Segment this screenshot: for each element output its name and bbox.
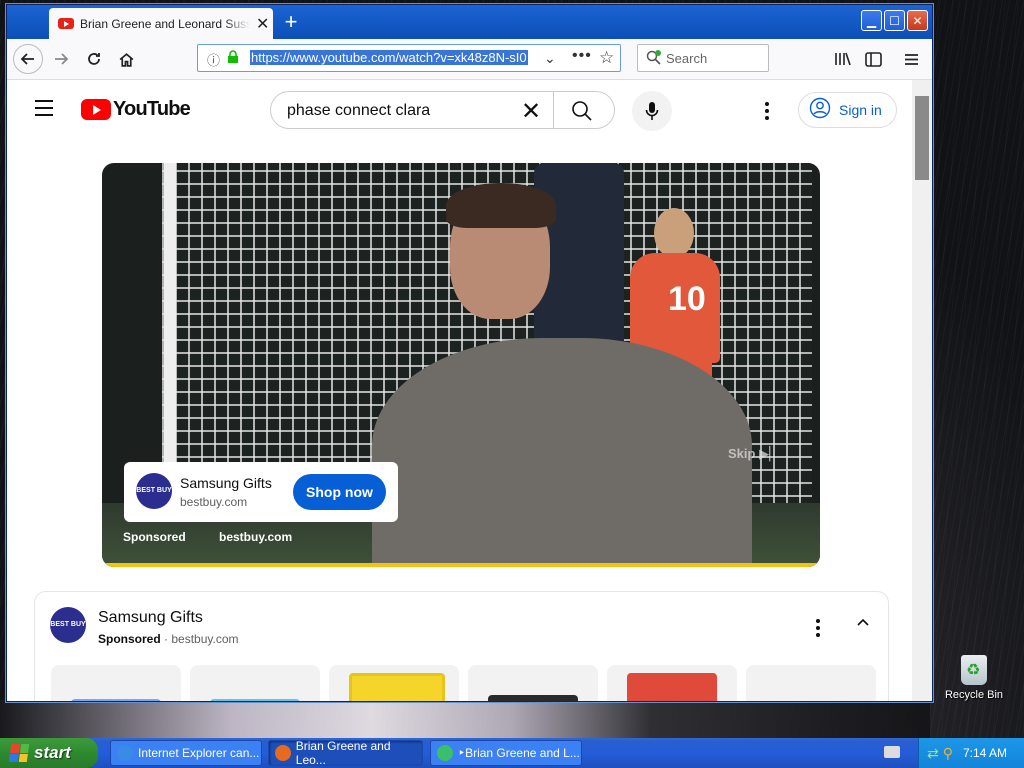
bookmark-star-icon[interactable]: ☆ <box>599 48 614 68</box>
ad-domain: bestbuy.com <box>180 495 248 509</box>
ad-sponsored-label: Sponsored <box>123 530 186 544</box>
search-icon[interactable] <box>571 100 593 127</box>
video-player[interactable]: 10 Skip ▶▏ BEST BUY Samsung Gifts bestbu… <box>102 163 820 567</box>
media-icon <box>437 745 453 761</box>
panel-domain: bestbuy.com <box>171 632 239 646</box>
youtube-search-input[interactable]: phase connect clara <box>287 102 430 120</box>
recycle-bin-label: Recycle Bin <box>944 689 1004 701</box>
library-icon[interactable] <box>829 45 857 73</box>
youtube-play-icon <box>81 99 111 120</box>
panel-sponsored-label: Sponsored <box>98 632 161 646</box>
system-tray: ⇄ ⚲ 7:14 AM <box>918 738 1024 768</box>
product-card[interactable] <box>51 665 181 701</box>
ad-advertiser: Samsung Gifts <box>180 475 272 491</box>
ad-overlay-domain[interactable]: bestbuy.com <box>219 530 292 544</box>
menu-hamburger-icon[interactable] <box>897 45 925 73</box>
youtube-logo[interactable]: YouTube <box>81 98 191 121</box>
windows-logo-icon <box>8 744 30 762</box>
new-tab-button[interactable]: + <box>279 9 303 35</box>
desktop-wallpaper-detail <box>0 700 930 740</box>
search-engine-icon <box>646 50 662 71</box>
start-label: start <box>34 743 71 762</box>
sidebar-toggle-icon[interactable] <box>859 45 887 73</box>
taskbar-item-label: Internet Explorer can... <box>138 746 260 760</box>
info-icon[interactable]: ⓘ <box>207 50 220 69</box>
product-card[interactable] <box>190 665 320 701</box>
shop-now-button[interactable]: Shop now <box>293 474 386 510</box>
firefox-icon <box>275 745 291 761</box>
panel-sponsored-line: Sponsored · bestbuy.com <box>98 632 239 646</box>
network-icon[interactable]: ⇄ <box>927 745 939 762</box>
clock[interactable]: 7:14 AM <box>963 746 1007 760</box>
skip-label: Skip <box>728 446 756 461</box>
taskbar-item-label: ‣Brian Greene and L... <box>458 746 580 760</box>
bestbuy-logo-icon: BEST BUY <box>136 473 172 509</box>
ie-icon <box>117 745 133 761</box>
dropdown-chevron-icon[interactable]: ⌄ <box>544 50 556 67</box>
taskbar: start Internet Explorer can... Brian Gre… <box>0 738 1024 768</box>
tab-active[interactable]: Brian Greene and Leonard Susskind ✕ <box>49 8 273 39</box>
man-sweater-image <box>372 338 752 567</box>
youtube-search-bar[interactable]: phase connect clara ✕ <box>270 91 615 129</box>
start-button[interactable]: start <box>0 738 98 768</box>
back-button[interactable] <box>13 44 43 74</box>
panel-more-icon[interactable] <box>816 619 820 640</box>
tray-search-icon[interactable]: ⚲ <box>943 745 953 762</box>
search-placeholder: Search <box>666 51 708 66</box>
panel-separator: · <box>164 632 169 646</box>
companion-ad-panel[interactable]: BEST BUY Samsung Gifts Sponsored · bestb… <box>34 591 889 701</box>
taskbar-item-label: Brian Greene and Leo... <box>295 739 391 767</box>
lock-icon <box>227 50 239 69</box>
sign-in-label: Sign in <box>839 102 882 118</box>
ad-progress-bar <box>102 563 820 567</box>
man-hair-image <box>446 183 556 228</box>
product-card[interactable] <box>329 665 459 701</box>
browser-window: Brian Greene and Leonard Susskind ✕ + ▁ … <box>6 4 933 702</box>
settings-more-icon[interactable] <box>765 102 769 123</box>
youtube-masthead: YouTube phase connect clara ✕ Sign in <box>7 80 912 140</box>
product-card[interactable] <box>468 665 598 701</box>
ad-overlay-card[interactable]: BEST BUY Samsung Gifts bestbuy.com Shop … <box>124 462 398 522</box>
navigation-toolbar: ⓘ https://www.youtube.com/watch?v=xk48z8… <box>7 39 932 80</box>
collapse-chevron-icon[interactable] <box>855 614 871 635</box>
home-button[interactable] <box>112 45 140 73</box>
taskbar-item-media[interactable]: ‣Brian Greene and L... <box>430 740 582 766</box>
bestbuy-logo-icon: BEST BUY <box>50 607 86 643</box>
product-card[interactable] <box>746 665 876 701</box>
product-card[interactable] <box>607 665 737 701</box>
close-window-button[interactable]: ✕ <box>907 10 928 31</box>
taskbar-item-ie[interactable]: Internet Explorer can... <box>110 740 262 766</box>
taskbar-item-firefox[interactable]: Brian Greene and Leo... <box>268 739 423 767</box>
page-actions-icon[interactable]: ••• <box>572 47 592 65</box>
url-text[interactable]: https://www.youtube.com/watch?v=xk48z8N-… <box>250 50 528 65</box>
scrollbar-thumb[interactable] <box>915 96 929 180</box>
tab-close-icon[interactable]: ✕ <box>256 14 269 34</box>
account-icon <box>809 97 831 124</box>
forward-button[interactable] <box>47 45 75 73</box>
browser-search-box[interactable]: Search <box>637 44 769 72</box>
address-bar[interactable]: ⓘ https://www.youtube.com/watch?v=xk48z8… <box>197 44 621 72</box>
tab-title: Brian Greene and Leonard Susskind <box>80 16 250 31</box>
guide-menu-icon[interactable] <box>35 100 53 121</box>
page-scrollbar[interactable] <box>912 80 932 701</box>
skip-next-icon: ▶▏ <box>759 446 780 461</box>
panel-advertiser: Samsung Gifts <box>98 609 203 626</box>
maximize-button[interactable]: ☐ <box>884 10 905 31</box>
youtube-wordmark: YouTube <box>113 98 191 120</box>
recycle-bin-shortcut[interactable]: Recycle Bin <box>942 655 1006 701</box>
recycle-bin-icon <box>961 655 987 685</box>
skip-ad-button[interactable]: Skip ▶▏ <box>728 446 779 462</box>
youtube-favicon-icon <box>58 18 74 29</box>
minimize-button[interactable]: ▁ <box>861 10 882 31</box>
page-content: YouTube phase connect clara ✕ Sign in 10… <box>7 80 912 701</box>
voice-search-button[interactable] <box>632 91 672 131</box>
sign-in-button[interactable]: Sign in <box>798 92 897 128</box>
tab-bar: Brian Greene and Leonard Susskind ✕ + ▁ … <box>7 5 932 39</box>
jersey-number: 10 <box>668 280 706 318</box>
keyboard-icon[interactable] <box>884 746 900 758</box>
search-divider <box>553 92 554 128</box>
reload-button[interactable] <box>80 45 108 73</box>
microphone-icon <box>645 102 659 120</box>
clear-search-icon[interactable]: ✕ <box>521 97 541 126</box>
